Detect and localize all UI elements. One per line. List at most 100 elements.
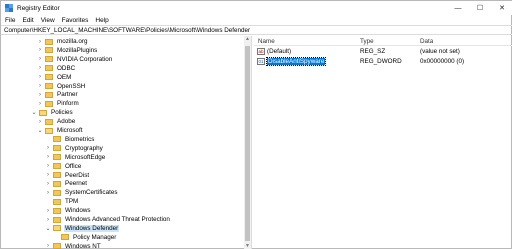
value-name: (Default) bbox=[267, 48, 292, 55]
tree-item-label: Partner bbox=[57, 91, 78, 99]
menu-edit[interactable]: Edit bbox=[22, 17, 33, 24]
chevron-right-icon[interactable]: › bbox=[37, 74, 43, 80]
value-row-default[interactable]: ab (Default) REG_SZ (value not set) bbox=[254, 47, 512, 57]
chevron-right-icon[interactable]: › bbox=[37, 92, 43, 98]
string-value-icon: ab bbox=[257, 48, 265, 55]
tree-scrollbar[interactable]: ▲ ▼ bbox=[244, 36, 251, 249]
scrollbar-thumb[interactable] bbox=[245, 46, 250, 241]
tree-item-partner[interactable]: › Partner bbox=[37, 90, 79, 99]
tree-item-windows-advanced-threat-protection[interactable]: › Windows Advanced Threat Protection bbox=[45, 215, 171, 224]
tree-item-microsoftedge[interactable]: › MicrosoftEdge bbox=[45, 153, 106, 162]
chevron-right-icon[interactable]: › bbox=[37, 56, 43, 62]
dword-value-icon: 01 bbox=[257, 58, 265, 65]
tree-item-label: OpenSSH bbox=[57, 82, 86, 90]
chevron-right-icon[interactable]: › bbox=[45, 154, 51, 160]
chevron-down-icon[interactable]: ⌄ bbox=[31, 109, 37, 116]
value-data: (value not set) bbox=[420, 48, 460, 55]
folder-icon bbox=[53, 189, 61, 196]
chevron-right-icon[interactable]: › bbox=[37, 47, 43, 53]
minimize-button[interactable]: — bbox=[447, 1, 469, 15]
chevron-right-icon[interactable]: › bbox=[45, 145, 51, 151]
tree-item-label: MozillaPlugins bbox=[57, 46, 98, 54]
registry-editor-icon bbox=[5, 4, 13, 12]
folder-icon bbox=[53, 136, 61, 143]
chevron-right-icon[interactable]: › bbox=[45, 163, 51, 169]
tree-item-office[interactable]: › Office bbox=[45, 162, 82, 171]
open-folder-icon bbox=[53, 225, 61, 232]
menu-file[interactable]: File bbox=[5, 17, 15, 24]
tree-item-label: Windows Advanced Threat Protection bbox=[65, 216, 170, 223]
folder-icon bbox=[53, 180, 61, 187]
tree-item-windows[interactable]: › Windows bbox=[45, 206, 92, 215]
folder-icon bbox=[61, 234, 69, 241]
folder-icon bbox=[45, 100, 53, 107]
folder-icon bbox=[45, 118, 53, 125]
tree-item-policy-manager[interactable]: Policy Manager bbox=[53, 233, 117, 242]
tree-item-label: Microsoft bbox=[57, 127, 83, 134]
chevron-right-icon[interactable]: › bbox=[45, 217, 51, 223]
address-bar[interactable]: Computer\HKEY_LOCAL_MACHINE\SOFTWARE\Pol… bbox=[1, 25, 512, 35]
tree-item-systemcertificates[interactable]: › SystemCertificates bbox=[45, 188, 119, 197]
folder-icon bbox=[53, 145, 61, 152]
tree-item-mozillaplugins[interactable]: › MozillaPlugins bbox=[37, 46, 98, 55]
registry-tree: › mozilla.org › MozillaPlugins › NVIDIA Corpo… bbox=[1, 36, 252, 249]
tree-item-adobe[interactable]: › Adobe bbox=[37, 117, 76, 126]
maximize-button[interactable]: ☐ bbox=[469, 1, 491, 15]
column-header-name[interactable]: Name bbox=[258, 38, 275, 45]
chevron-right-icon[interactable]: › bbox=[37, 65, 43, 71]
folder-icon bbox=[45, 74, 53, 81]
tree-item-pinform[interactable]: › Pinform bbox=[37, 99, 80, 108]
scroll-down-arrow-icon[interactable]: ▼ bbox=[244, 243, 251, 249]
window-controls: — ☐ ✕ bbox=[447, 1, 512, 15]
folder-icon bbox=[45, 91, 53, 98]
chevron-right-icon[interactable]: › bbox=[45, 190, 51, 196]
menu-help[interactable]: Help bbox=[95, 17, 108, 24]
menu-view[interactable]: View bbox=[41, 17, 55, 24]
tree-item-label: Cryptography bbox=[65, 144, 103, 152]
value-type: REG_DWORD bbox=[360, 58, 402, 65]
tree-item-biometrics[interactable]: Biometrics bbox=[45, 135, 95, 144]
scroll-up-arrow-icon[interactable]: ▲ bbox=[244, 36, 251, 43]
chevron-right-icon[interactable]: › bbox=[37, 39, 43, 45]
window-title: Registry Editor bbox=[17, 4, 60, 12]
close-button[interactable]: ✕ bbox=[491, 1, 512, 15]
tree-item-odbc[interactable]: › ODBC bbox=[37, 64, 76, 73]
folder-icon bbox=[53, 163, 61, 170]
tree-item-mozilla-org[interactable]: › mozilla.org bbox=[37, 37, 88, 46]
column-header-data[interactable]: Data bbox=[420, 38, 433, 45]
list-header: Name Type Data bbox=[254, 36, 512, 46]
value-row-disableantispyware[interactable]: 01 DisableAntiSpyware REG_DWORD 0x000000… bbox=[254, 57, 512, 67]
value-name: DisableAntiSpyware bbox=[265, 57, 327, 66]
tree-item-cryptography[interactable]: › Cryptography bbox=[45, 144, 104, 153]
tree-item-label: Biometrics bbox=[65, 135, 95, 143]
chevron-right-icon[interactable]: › bbox=[45, 172, 51, 178]
menu-favorites[interactable]: Favorites bbox=[62, 17, 89, 24]
tree-item-windows-defender[interactable]: ⌄ Windows Defender bbox=[45, 224, 120, 233]
tree-item-nvidia-corporation[interactable]: › NVIDIA Corporation bbox=[37, 55, 113, 64]
chevron-down-icon[interactable]: ⌄ bbox=[45, 225, 51, 232]
tree-item-peernet[interactable]: › Peernet bbox=[45, 179, 88, 188]
chevron-down-icon[interactable]: ⌄ bbox=[37, 127, 43, 134]
tree-item-label: ODBC bbox=[57, 64, 76, 72]
tree-item-openssh[interactable]: › OpenSSH bbox=[37, 82, 86, 91]
address-path: Computer\HKEY_LOCAL_MACHINE\SOFTWARE\Pol… bbox=[4, 26, 251, 34]
chevron-right-icon[interactable]: › bbox=[37, 119, 43, 125]
menu-bar: File Edit View Favorites Help bbox=[1, 15, 512, 25]
tree-item-peerdist[interactable]: › PeerDist bbox=[45, 171, 90, 180]
tree-item-label: OEM bbox=[57, 73, 72, 81]
folder-icon bbox=[45, 65, 53, 72]
chevron-right-icon[interactable]: › bbox=[45, 208, 51, 214]
folder-icon bbox=[45, 56, 53, 63]
tree-item-oem[interactable]: › OEM bbox=[37, 73, 72, 82]
tree-item-label: SystemCertificates bbox=[65, 189, 118, 197]
chevron-right-icon[interactable]: › bbox=[37, 101, 43, 107]
tree-item-windows-nt[interactable]: › Windows NT bbox=[45, 242, 102, 249]
chevron-right-icon[interactable]: › bbox=[37, 83, 43, 89]
tree-item-tpm[interactable]: TPM bbox=[45, 197, 79, 206]
column-header-type[interactable]: Type bbox=[360, 38, 374, 45]
tree-item-microsoft[interactable]: ⌄ Microsoft bbox=[37, 126, 84, 135]
chevron-right-icon[interactable]: › bbox=[45, 181, 51, 187]
value-type: REG_SZ bbox=[360, 48, 386, 55]
chevron-right-icon[interactable]: › bbox=[45, 243, 51, 249]
tree-item-policies[interactable]: ⌄ Policies bbox=[31, 108, 74, 117]
